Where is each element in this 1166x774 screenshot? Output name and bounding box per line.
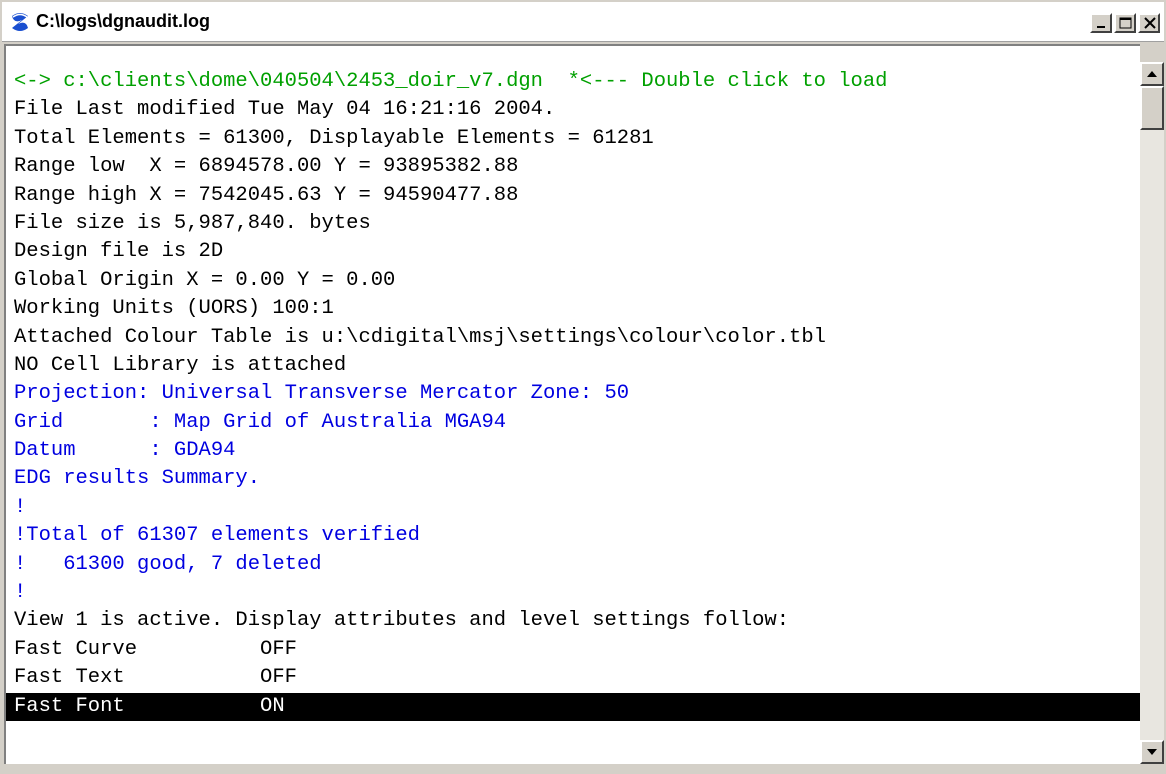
scroll-down-button[interactable] xyxy=(1140,740,1164,764)
scroll-thumb[interactable] xyxy=(1140,86,1164,130)
log-line[interactable]: View 1 is active. Display attributes and… xyxy=(14,607,1140,635)
status-bar xyxy=(0,764,1166,774)
log-line[interactable]: Fast Curve OFF xyxy=(14,636,1140,664)
minimize-button[interactable] xyxy=(1090,13,1112,33)
log-line[interactable]: File size is 5,987,840. bytes xyxy=(14,210,1140,238)
log-line[interactable]: Attached Colour Table is u:\cdigital\msj… xyxy=(14,324,1140,352)
window-title: C:\logs\dgnaudit.log xyxy=(36,11,210,31)
scroll-up-arrow-icon xyxy=(1147,71,1157,77)
log-line[interactable]: !Total of 61307 elements verified xyxy=(14,522,1140,550)
log-line[interactable]: Projection: Universal Transverse Mercato… xyxy=(14,380,1140,408)
scroll-down-arrow-icon xyxy=(1147,749,1157,755)
log-line[interactable]: Datum : GDA94 xyxy=(14,437,1140,465)
log-line[interactable]: EDG results Summary. xyxy=(14,465,1140,493)
log-lines: <-> c:\clients\dome\040504\2453_doir_v7.… xyxy=(6,46,1140,721)
log-line[interactable]: <-> c:\clients\dome\040504\2453_doir_v7.… xyxy=(14,68,1140,96)
log-line[interactable]: Grid : Map Grid of Australia MGA94 xyxy=(14,409,1140,437)
log-line-selected[interactable]: Fast Font ON xyxy=(6,692,1140,721)
maximize-button[interactable] xyxy=(1114,13,1136,33)
log-line[interactable]: NO Cell Library is attached xyxy=(14,352,1140,380)
log-line[interactable]: ! xyxy=(14,579,1140,607)
close-icon xyxy=(1144,17,1156,29)
title-bar[interactable]: C:\logs\dgnaudit.log xyxy=(2,2,1164,42)
app-logo-icon xyxy=(8,10,32,34)
log-line[interactable]: Fast Text OFF xyxy=(14,664,1140,692)
maximize-icon xyxy=(1119,17,1132,29)
log-viewer-window: C:\logs\dgnaudit.log <-> c:\clients\dome… xyxy=(0,0,1166,774)
log-line[interactable]: Design file is 2D xyxy=(14,238,1140,266)
log-line[interactable]: Global Origin X = 0.00 Y = 0.00 xyxy=(14,267,1140,295)
vertical-scrollbar[interactable] xyxy=(1140,62,1164,764)
log-line[interactable]: ! xyxy=(14,494,1140,522)
log-line[interactable]: Range low X = 6894578.00 Y = 93895382.88 xyxy=(14,153,1140,181)
close-button[interactable] xyxy=(1138,13,1160,33)
log-content-area[interactable]: <-> c:\clients\dome\040504\2453_doir_v7.… xyxy=(4,44,1140,764)
log-line[interactable]: Range high X = 7542045.63 Y = 94590477.8… xyxy=(14,182,1140,210)
minimize-icon xyxy=(1097,26,1105,28)
log-line[interactable]: ! 61300 good, 7 deleted xyxy=(14,551,1140,579)
log-line[interactable]: Total Elements = 61300, Displayable Elem… xyxy=(14,125,1140,153)
log-line[interactable]: File Last modified Tue May 04 16:21:16 2… xyxy=(14,96,1140,124)
scroll-up-button[interactable] xyxy=(1140,62,1164,86)
log-line[interactable]: Working Units (UORS) 100:1 xyxy=(14,295,1140,323)
